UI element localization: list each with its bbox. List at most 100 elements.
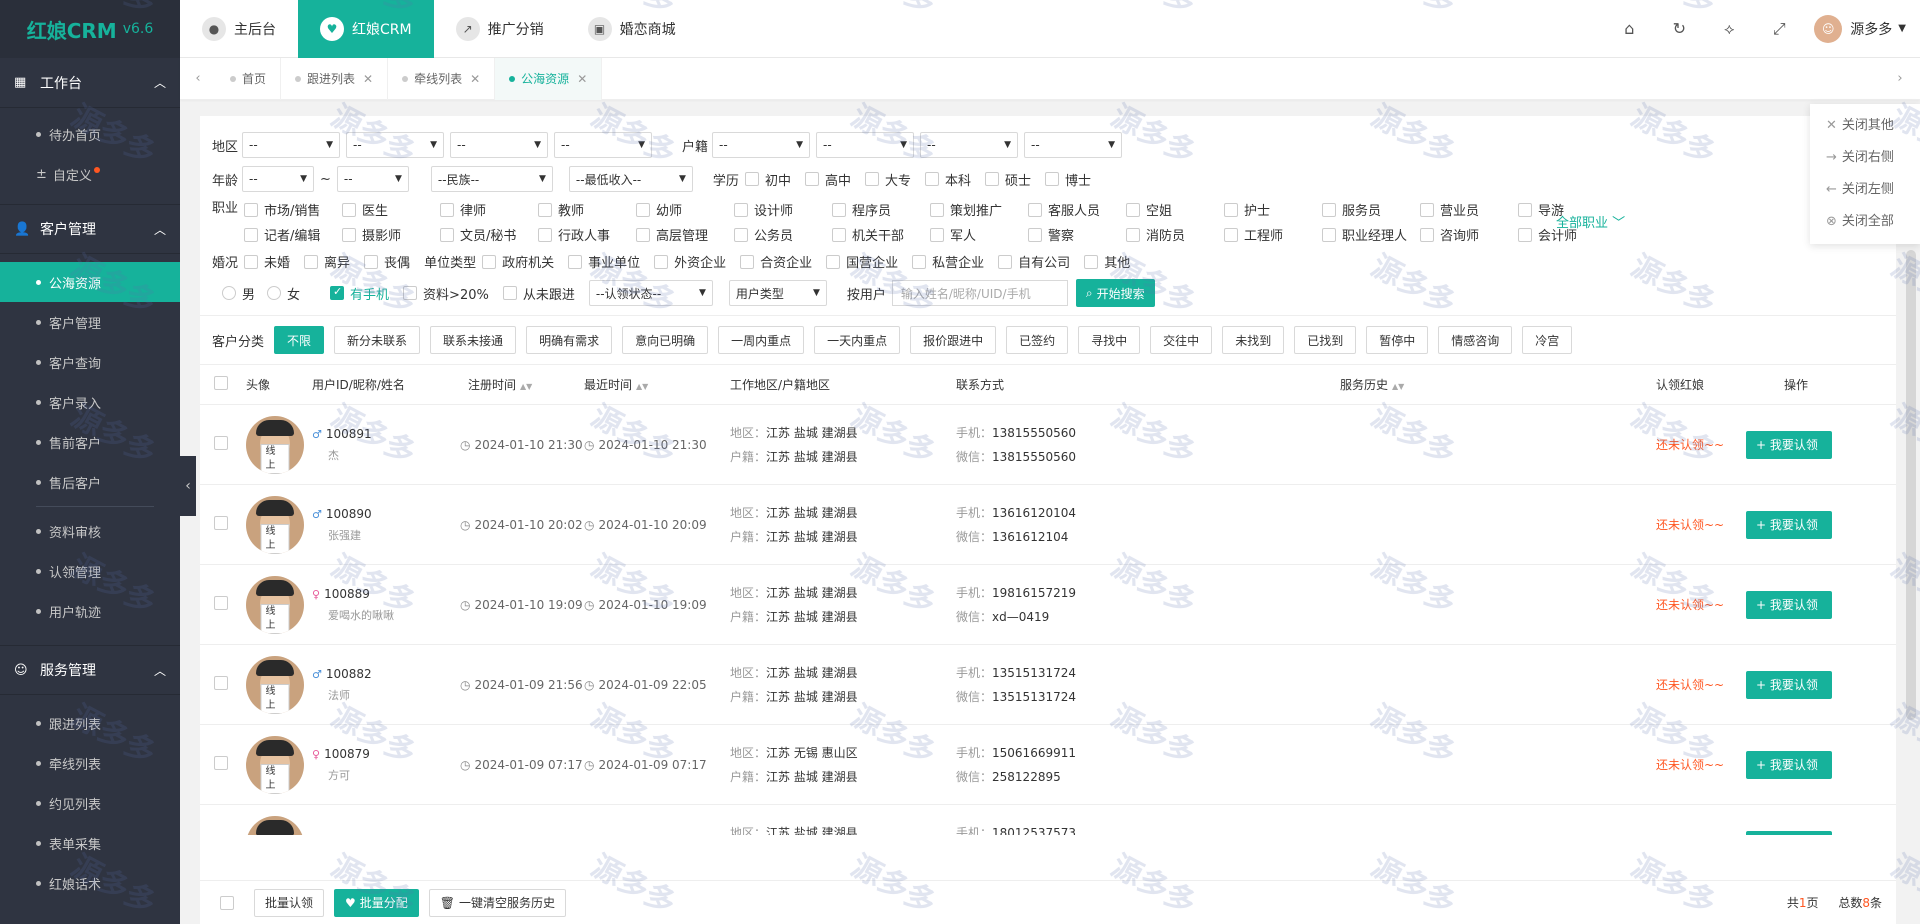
table-row[interactable]: 线上 ♂ 100882 法师 ◷ 2024-01-09 21:56 ◷ 2024-01-09 …: [200, 645, 1896, 725]
category-button[interactable]: 已签约: [1006, 326, 1069, 354]
region-city-select[interactable]: -- ▼: [346, 132, 445, 158]
table-row[interactable]: 线上 ♂ 100890 张强建 ◷ 2024-01-10 20:02 ◷ 2024-01-10…: [200, 485, 1896, 565]
clear-cache-icon[interactable]: ⟡: [1704, 19, 1754, 39]
col-reg[interactable]: 注册时间 ▲▼: [448, 376, 584, 393]
claim-button[interactable]: + 我要认领: [1746, 510, 1832, 539]
unit-checkbox[interactable]: 国营企业: [826, 252, 898, 271]
row-checkbox[interactable]: [214, 596, 228, 610]
region-district-select[interactable]: -- ▼: [450, 132, 549, 158]
col-last[interactable]: 最近时间 ▲▼: [584, 376, 730, 393]
job-checkbox[interactable]: 教师: [538, 200, 636, 219]
page-tab-public-pool[interactable]: 公海资源 ✕: [495, 57, 603, 100]
sidebar-group-customers[interactable]: 👤 客户管理 ︿: [0, 204, 180, 254]
job-checkbox[interactable]: 护士: [1224, 200, 1322, 219]
page-tab-home[interactable]: 首页: [216, 57, 282, 100]
claim-button[interactable]: + 我要认领: [1746, 670, 1832, 699]
category-button[interactable]: 报价跟进中: [910, 326, 997, 354]
sidebar-item-customer-entry[interactable]: 客户录入: [0, 382, 180, 422]
avatar[interactable]: 线上: [246, 415, 304, 474]
sidebar-item-meetings[interactable]: 约见列表: [0, 783, 180, 823]
close-others-item[interactable]: ✕ 关闭其他: [1810, 110, 1920, 142]
user-id[interactable]: 100889: [324, 587, 370, 601]
job-checkbox[interactable]: 工程师: [1224, 225, 1322, 244]
header-tab-crm[interactable]: ♥ 红娘CRM: [298, 0, 434, 58]
sidebar-group-workbench[interactable]: ▦ 工作台 ︿: [0, 58, 180, 108]
col-history[interactable]: 服务历史 ▲▼: [1340, 376, 1656, 393]
gender-female-radio[interactable]: 女: [267, 284, 300, 303]
marital-checkbox[interactable]: 丧偶: [364, 252, 410, 271]
all-jobs-toggle[interactable]: 全部职业 ﹀: [1556, 212, 1625, 231]
sidebar-item-followup[interactable]: 跟进列表: [0, 703, 180, 743]
page-tab-followup[interactable]: 跟进列表 ✕: [281, 57, 389, 100]
ethnicity-select[interactable]: --民族-- ▼: [430, 166, 553, 192]
sidebar-item-customer-query[interactable]: 客户查询: [0, 342, 180, 382]
age-max-select[interactable]: -- ▼: [336, 166, 409, 192]
edu-checkbox[interactable]: 博士: [1045, 170, 1091, 189]
batch-assign-button[interactable]: ♥ 批量分配: [334, 888, 419, 917]
income-select[interactable]: --最低收入-- ▼: [568, 166, 693, 192]
job-checkbox[interactable]: 设计师: [734, 200, 832, 219]
sidebar-item-aftersale[interactable]: 售后客户: [0, 462, 180, 502]
region-province-select[interactable]: -- ▼: [242, 132, 341, 158]
avatar[interactable]: 线上: [246, 575, 304, 634]
job-checkbox[interactable]: 市场/销售: [244, 200, 342, 219]
row-checkbox[interactable]: [214, 756, 228, 770]
job-checkbox[interactable]: 营业员: [1420, 200, 1518, 219]
hukou-district-select[interactable]: -- ▼: [920, 132, 1019, 158]
table-row[interactable]: 线上 ♂ 100891 杰 ◷ 2024-01-10 21:30 ◷ 2024-01-10 2…: [200, 405, 1896, 485]
unit-checkbox[interactable]: 自有公司: [998, 252, 1070, 271]
row-checkbox[interactable]: [214, 676, 228, 690]
category-button[interactable]: 交往中: [1150, 326, 1213, 354]
gender-male-radio[interactable]: 男: [222, 284, 255, 303]
user-menu[interactable]: ☺ 源多多 ▼: [1804, 14, 1920, 43]
category-button[interactable]: 寻找中: [1078, 326, 1141, 354]
unit-checkbox[interactable]: 合资企业: [740, 252, 812, 271]
sidebar-item-customer-manage[interactable]: 客户管理: [0, 302, 180, 342]
close-icon[interactable]: ✕: [470, 72, 480, 86]
sidebar-group-service[interactable]: ☺ 服务管理 ︿: [0, 645, 180, 695]
unit-checkbox[interactable]: 私营企业: [912, 252, 984, 271]
user-id[interactable]: 100882: [326, 667, 372, 681]
user-id[interactable]: 100876: [324, 835, 370, 836]
job-checkbox[interactable]: 幼师: [636, 200, 734, 219]
job-checkbox[interactable]: 律师: [440, 200, 538, 219]
close-right-item[interactable]: → 关闭右侧: [1810, 142, 1920, 174]
tabs-scroll-left-icon[interactable]: ‹: [180, 71, 216, 86]
category-button[interactable]: 意向已明确: [622, 326, 709, 354]
job-checkbox[interactable]: 医生: [342, 200, 440, 219]
user-id[interactable]: 100891: [326, 427, 372, 441]
sidebar-item-public-pool[interactable]: 公海资源: [0, 262, 180, 302]
close-icon[interactable]: ✕: [577, 72, 587, 86]
tabs-scroll-right-icon[interactable]: ›: [1880, 71, 1920, 86]
table-row[interactable]: 线上♀100876◷◷地区：江苏 盐城 建湖县户籍：手机：18012537573…: [200, 805, 1896, 835]
job-checkbox[interactable]: 机关干部: [832, 225, 930, 244]
claim-button[interactable]: + 我要认领: [1746, 750, 1832, 779]
job-checkbox[interactable]: 职业经理人: [1322, 225, 1420, 244]
job-checkbox[interactable]: 咨询师: [1420, 225, 1518, 244]
edu-checkbox[interactable]: 高中: [804, 170, 851, 189]
job-checkbox[interactable]: 记者/编辑: [244, 225, 342, 244]
marital-checkbox[interactable]: 未婚: [244, 252, 290, 271]
sidebar-item-matchmaking[interactable]: 牵线列表: [0, 743, 180, 783]
app-logo[interactable]: 红娘CRM v6.6: [0, 0, 180, 58]
hukou-province-select[interactable]: -- ▼: [712, 132, 811, 158]
job-checkbox[interactable]: 服务员: [1322, 200, 1420, 219]
category-button[interactable]: 未找到: [1222, 326, 1285, 354]
sidebar-collapse-handle[interactable]: ‹: [180, 456, 196, 516]
marital-checkbox[interactable]: 离异: [304, 252, 350, 271]
header-tab-promotion[interactable]: ↗ 推广分销: [434, 0, 566, 58]
row-checkbox[interactable]: [214, 436, 228, 450]
unit-checkbox[interactable]: 其他: [1084, 252, 1130, 271]
header-tab-main[interactable]: ● 主后台: [180, 0, 298, 58]
category-button[interactable]: 明确有需求: [526, 326, 613, 354]
unit-checkbox[interactable]: 事业单位: [568, 252, 640, 271]
page-tab-matchmaking[interactable]: 牵线列表 ✕: [388, 57, 496, 100]
job-checkbox[interactable]: 公务员: [734, 225, 832, 244]
edu-checkbox[interactable]: 大专: [864, 170, 911, 189]
home-icon[interactable]: ⌂: [1604, 19, 1654, 38]
refresh-icon[interactable]: ↻: [1654, 19, 1704, 38]
job-checkbox[interactable]: 策划推广: [930, 200, 1028, 219]
category-button[interactable]: 联系未接通: [430, 326, 517, 354]
sidebar-item-scripts[interactable]: 红娘话术: [0, 863, 180, 903]
job-checkbox[interactable]: 消防员: [1126, 225, 1224, 244]
